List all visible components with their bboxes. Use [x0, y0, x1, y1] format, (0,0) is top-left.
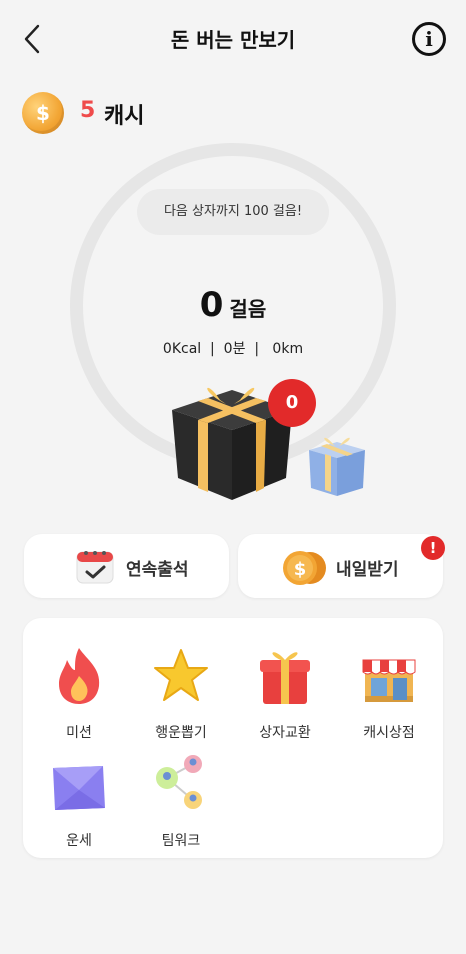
gift-icon	[260, 652, 310, 704]
activity-stats: 0Kcal | 0분 | 0km	[162, 341, 304, 357]
menu-item-box-exchange[interactable]: 상자교환	[237, 628, 333, 741]
page-title: 돈 버는 만보기	[170, 28, 296, 52]
step-unit: 걸음	[229, 297, 267, 321]
step-number: 0	[199, 285, 224, 325]
menu-item-cash-shop[interactable]: 캐시상점	[341, 628, 437, 741]
shop-icon	[362, 659, 416, 702]
fire-icon	[59, 648, 100, 704]
menu-item-lucky-draw[interactable]: 행운뽑기	[133, 628, 229, 741]
tomorrow-reward-button[interactable]: $ 내일받기	[238, 534, 443, 598]
tomorrow-label: 내일받기	[336, 560, 399, 580]
box-count-badge: 0	[268, 379, 316, 427]
menu-item-label: 팀워크	[161, 833, 201, 849]
attendance-button[interactable]: 연속출석	[24, 534, 229, 598]
coins-icon: $	[283, 551, 326, 585]
info-icon[interactable]: i	[412, 22, 446, 56]
menu-item-mission[interactable]: 미션	[31, 628, 127, 741]
cash-unit: 캐시	[104, 104, 145, 129]
app-header: 돈 버는 만보기 i	[0, 0, 466, 80]
envelope-icon	[53, 766, 105, 810]
svg-text:$: $	[294, 559, 307, 580]
step-count: 0 걸음	[0, 285, 466, 325]
menu-item-fortune[interactable]: 운세	[31, 736, 127, 849]
info-glyph: i	[425, 27, 433, 51]
menu-item-label: 운세	[66, 833, 92, 849]
menu-item-teamwork[interactable]: 팀워크	[133, 736, 229, 849]
menu-item-label: 상자교환	[259, 725, 311, 741]
menu-item-label: 캐시상점	[363, 725, 415, 741]
small-gift-icon	[309, 437, 365, 496]
coin-icon: $	[22, 92, 64, 134]
attendance-label: 연속출석	[126, 560, 189, 580]
menu-grid: 미션 행운뽑기 상자교환 캐시상점 운세 팀워크	[23, 618, 443, 858]
calendar-icon	[76, 551, 114, 584]
alert-badge: !	[421, 536, 445, 560]
cash-amount: 5	[80, 98, 96, 123]
team-icon	[156, 755, 202, 809]
next-box-message: 다음 상자까지 100 걸음!	[137, 189, 329, 235]
star-icon	[154, 649, 208, 701]
